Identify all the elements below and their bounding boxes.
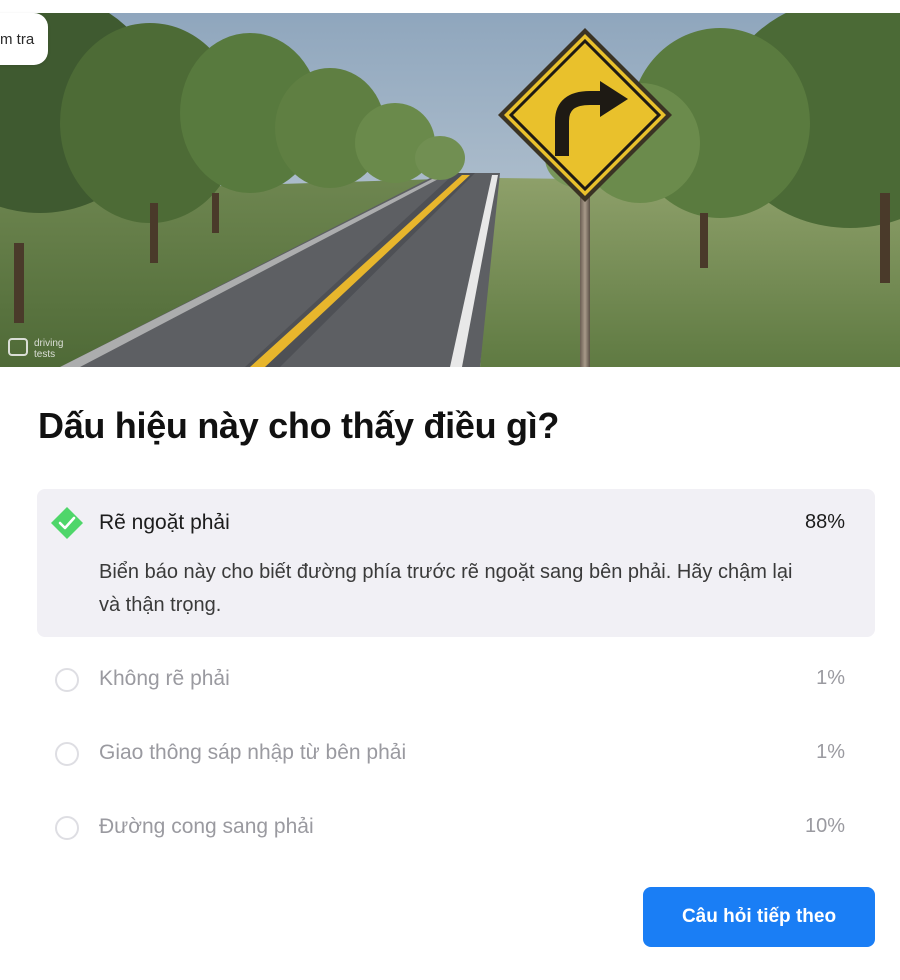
answer-label: Không rẽ phải [99,667,230,690]
answer-percent: 88% [804,511,845,533]
answer-option[interactable]: Đường cong sang phải 10% [37,813,875,853]
quiz-card: driving tests m tra Dấu hiệu này cho thấ… [0,0,900,980]
answer-label: Đường cong sang phải [99,815,314,838]
radio-empty-icon[interactable] [55,816,79,840]
watermark-line2: tests [34,349,55,360]
radio-empty-icon[interactable] [55,742,79,766]
answer-option[interactable]: Không rẽ phải 1% [37,665,875,705]
answer-percent: 10% [804,815,845,837]
check-diamond-icon [51,507,83,539]
answer-label: Giao thông sáp nhập từ bên phải [99,741,407,764]
answer-percent: 1% [816,741,845,763]
answer-option[interactable]: Giao thông sáp nhập từ bên phải 1% [37,739,875,779]
question-text: Dấu hiệu này cho thấy điều gì? [38,405,560,446]
radio-empty-icon[interactable] [55,668,79,692]
answer-explanation: Biển báo này cho biết đường phía trước r… [99,561,793,616]
quiz-name-text: m tra [0,30,35,48]
answer-label: Rẽ ngoặt phải [99,511,230,534]
answer-percent: 1% [816,667,845,689]
answer-option-correct[interactable]: Rẽ ngoặt phải 88% Biển báo này cho biết … [37,489,875,637]
next-question-button[interactable]: Câu hỏi tiếp theo [643,887,875,947]
question-image: driving tests [0,13,900,367]
quiz-name-pill[interactable]: m tra [0,13,49,65]
watermark-line1: driving [34,338,63,349]
